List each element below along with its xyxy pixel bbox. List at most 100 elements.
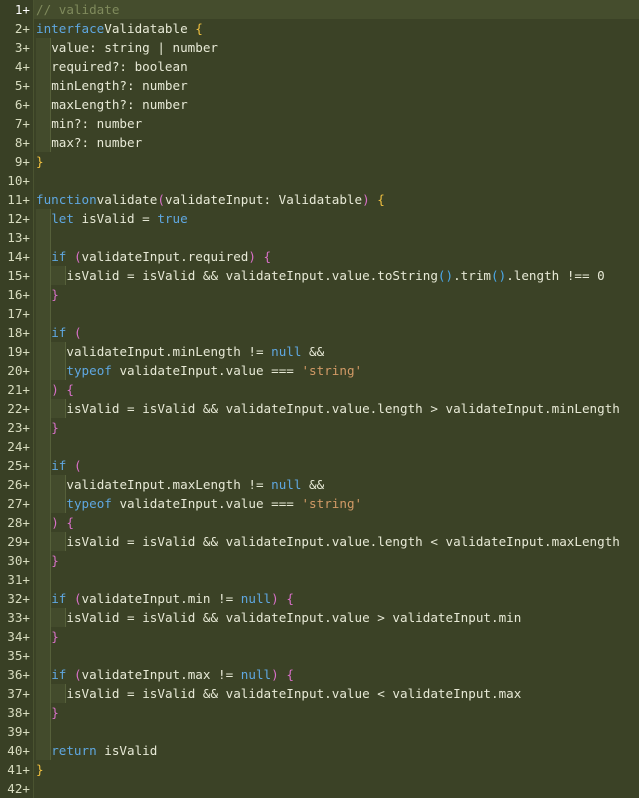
- code-text: maxLength?: number: [51, 97, 187, 112]
- code-text: isValid = isValid && validateInput.value…: [66, 401, 620, 416]
- code-line[interactable]: 35+: [0, 646, 639, 665]
- code-line[interactable]: 6+ maxLength?: number: [0, 95, 639, 114]
- code-line[interactable]: 22+ isValid = isValid && validateInput.va…: [0, 399, 639, 418]
- code-line[interactable]: 25+ if (: [0, 456, 639, 475]
- indent-shade: [36, 741, 51, 760]
- indent-shade: [36, 627, 51, 646]
- code-line[interactable]: 7+ min?: number: [0, 114, 639, 133]
- line-content: }: [33, 551, 639, 570]
- line-number: 10+: [0, 171, 33, 190]
- line-content: isValid = isValid && validateInput.value…: [33, 608, 639, 627]
- code-line[interactable]: 40+ return isValid: [0, 741, 639, 760]
- code-line[interactable]: 31+: [0, 570, 639, 589]
- code-line[interactable]: 10+: [0, 171, 639, 190]
- code-line[interactable]: 2+ interfaceValidatable {: [0, 19, 639, 38]
- code-line[interactable]: 24+: [0, 437, 639, 456]
- indent-shade: [36, 475, 51, 494]
- indent-shade: [36, 361, 51, 380]
- indent-guide: [50, 437, 52, 456]
- code-line[interactable]: 12+ let isValid = true: [0, 209, 639, 228]
- code-token: &&: [301, 344, 325, 359]
- code-line[interactable]: 33+ isValid = isValid && validateInput.va…: [0, 608, 639, 627]
- line-content: maxLength?: number: [33, 95, 639, 114]
- code-token: min?: number: [51, 116, 143, 131]
- code-text: ) {: [51, 382, 74, 397]
- line-number: 42+: [0, 779, 33, 798]
- line-number: 37+: [0, 684, 33, 703]
- indent-shade: [36, 95, 51, 114]
- code-token: isValid = isValid && validateInput.value…: [66, 534, 620, 549]
- code-line[interactable]: 5+ minLength?: number: [0, 76, 639, 95]
- code-editor[interactable]: 1+// validate 2+ interfaceValidatable {3+ v…: [0, 0, 639, 798]
- code-line[interactable]: 19+ validateInput.minLength != null &&: [0, 342, 639, 361]
- code-token: 'string': [301, 363, 363, 378]
- line-number: 7+: [0, 114, 33, 133]
- code-line[interactable]: 11+ functionvalidate(validateInput: Valid…: [0, 190, 639, 209]
- code-line[interactable]: 41+}: [0, 760, 639, 779]
- line-content: isValid = isValid && validateInput.value…: [33, 266, 639, 285]
- line-number: 32+: [0, 589, 33, 608]
- code-line[interactable]: 1+// validate: [0, 0, 639, 19]
- code-token: typeof: [66, 363, 112, 378]
- code-line[interactable]: 15+ isValid = isValid && validateInput.va…: [0, 266, 639, 285]
- code-token: validateInput.max !=: [81, 667, 241, 682]
- code-token: ): [362, 192, 370, 207]
- line-number: 33+: [0, 608, 33, 627]
- code-line[interactable]: 8+ max?: number: [0, 133, 639, 152]
- code-token: {: [195, 21, 203, 36]
- line-content: return isValid: [33, 741, 639, 760]
- line-content: validateInput.minLength != null &&: [33, 342, 639, 361]
- code-text: // validate: [36, 2, 119, 17]
- code-line[interactable]: 28+) {: [0, 513, 639, 532]
- line-number: 13+: [0, 228, 33, 247]
- code-token: (): [491, 268, 507, 283]
- line-number: 41+: [0, 760, 33, 779]
- code-text: if (: [51, 458, 81, 473]
- code-token: {: [377, 192, 385, 207]
- code-line[interactable]: 30+}: [0, 551, 639, 570]
- line-content: isValid = isValid && validateInput.value…: [33, 532, 639, 551]
- line-content: minLength?: number: [33, 76, 639, 95]
- line-content: [33, 304, 639, 323]
- indent-shade: [36, 323, 51, 342]
- code-line[interactable]: 27+ typeof validateInput.value === 'strin…: [0, 494, 639, 513]
- line-content: required?: boolean: [33, 57, 639, 76]
- code-text: }: [51, 287, 59, 302]
- code-line[interactable]: 20+ typeof validateInput.value === 'strin…: [0, 361, 639, 380]
- indent-shade: [36, 342, 51, 361]
- code-line[interactable]: 3+ value: string | number: [0, 38, 639, 57]
- code-line[interactable]: 14+ if (validateInput.required) {: [0, 247, 639, 266]
- code-line[interactable]: 9+}: [0, 152, 639, 171]
- code-line[interactable]: 26+ validateInput.maxLength != null &&: [0, 475, 639, 494]
- code-line[interactable]: 39+: [0, 722, 639, 741]
- code-token: }: [51, 629, 59, 644]
- code-line[interactable]: 36+ if (validateInput.max != null) {: [0, 665, 639, 684]
- code-text: typeof validateInput.value === 'string': [66, 496, 362, 511]
- indent-shade: [36, 399, 51, 418]
- line-content: // validate: [33, 0, 639, 19]
- code-line[interactable]: 16+}: [0, 285, 639, 304]
- indent-shade: [36, 133, 51, 152]
- code-line[interactable]: 42+: [0, 779, 639, 798]
- code-line[interactable]: 17+: [0, 304, 639, 323]
- code-line[interactable]: 18+ if (: [0, 323, 639, 342]
- code-line[interactable]: 34+}: [0, 627, 639, 646]
- indent-shade: [51, 532, 66, 551]
- code-line[interactable]: 21+) {: [0, 380, 639, 399]
- line-content: [33, 646, 639, 665]
- code-line[interactable]: 37+ isValid = isValid && validateInput.va…: [0, 684, 639, 703]
- code-line[interactable]: 23+}: [0, 418, 639, 437]
- code-line[interactable]: 38+}: [0, 703, 639, 722]
- code-token: (: [73, 591, 82, 606]
- code-line[interactable]: 4+ required?: boolean: [0, 57, 639, 76]
- code-text: if (: [51, 325, 81, 340]
- code-token: isValid = isValid && validateInput.value…: [66, 401, 620, 416]
- code-line[interactable]: 29+ isValid = isValid && validateInput.va…: [0, 532, 639, 551]
- code-line[interactable]: 32+ if (validateInput.min != null) {: [0, 589, 639, 608]
- line-number: 39+: [0, 722, 33, 741]
- line-content: if (validateInput.min != null) {: [33, 589, 639, 608]
- code-token: .length !== 0: [506, 268, 605, 283]
- code-token: isValid = isValid && validateInput.value…: [66, 268, 438, 283]
- indent-shade: [51, 342, 66, 361]
- code-line[interactable]: 13+: [0, 228, 639, 247]
